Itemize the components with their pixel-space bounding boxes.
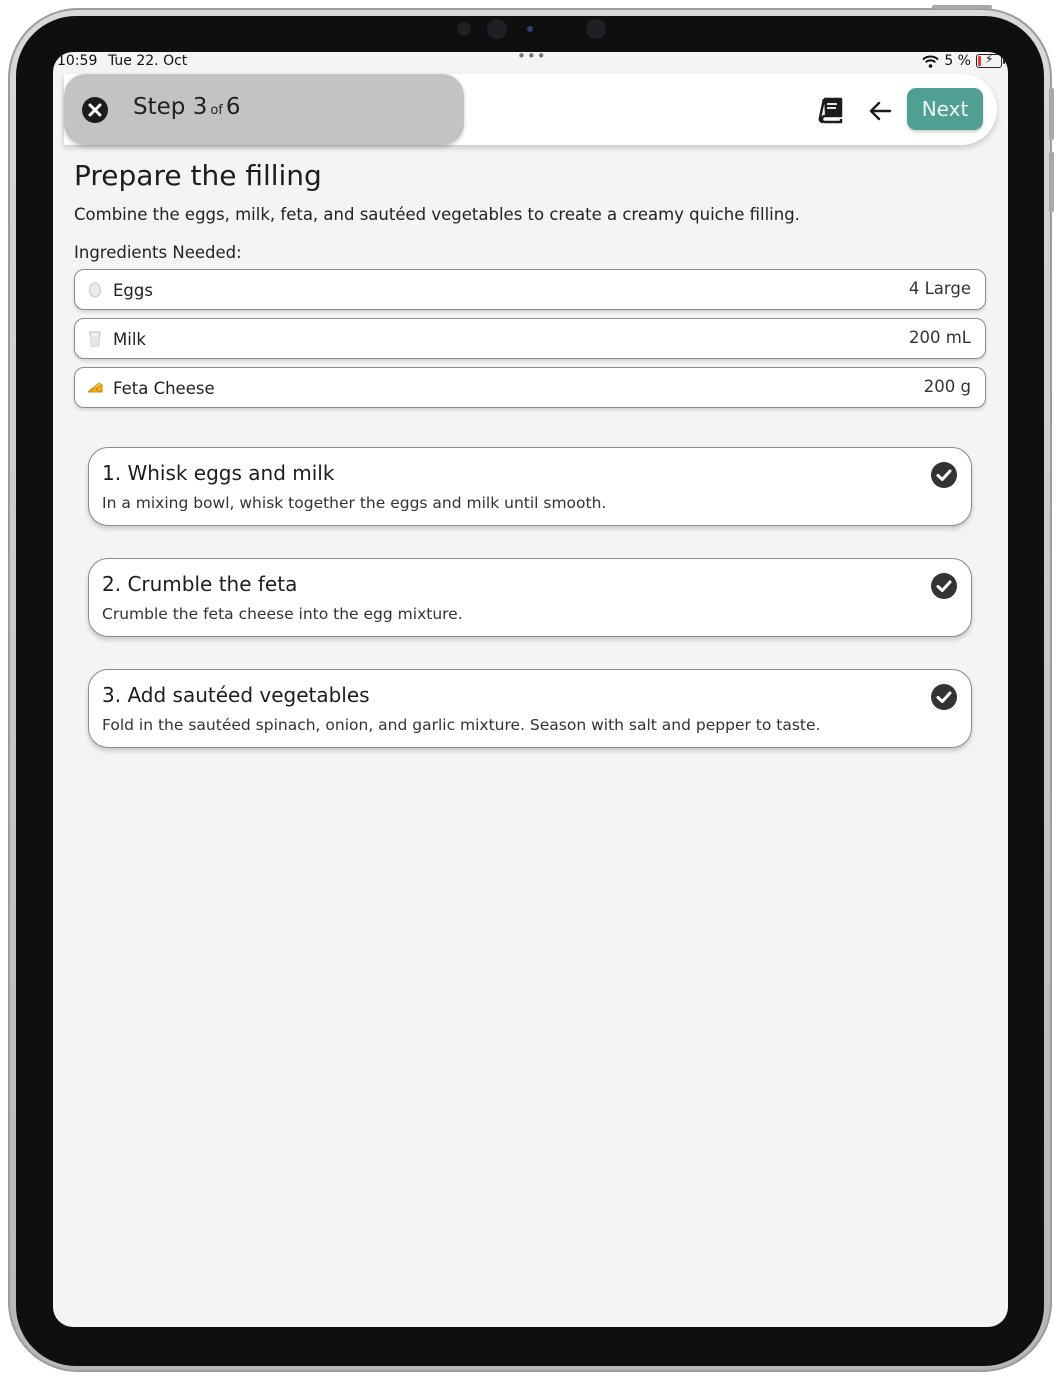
status-bar: 10:59 Tue 22. Oct ••• 5 % ⚡	[53, 52, 1008, 72]
app-screen: 10:59 Tue 22. Oct ••• 5 % ⚡ Step 3of6	[53, 52, 1008, 1327]
recipe-book-icon[interactable]	[816, 96, 844, 124]
camera-flash-icon	[586, 19, 606, 39]
page-title: Prepare the filling	[74, 159, 322, 192]
camera-sensor-icon	[457, 22, 471, 36]
ingredient-quantity: 200 g	[923, 377, 971, 396]
ingredient-quantity: 200 mL	[908, 328, 971, 347]
status-date: Tue 22. Oct	[108, 53, 188, 69]
instruction-card[interactable]: 3. Add sautéed vegetables Fold in the sa…	[88, 669, 972, 748]
cheese-icon	[87, 382, 103, 393]
next-button[interactable]: Next	[907, 88, 983, 130]
egg-icon	[89, 282, 101, 298]
camera-indicator-icon	[527, 26, 533, 32]
instruction-text: Crumble the feta cheese into the egg mix…	[102, 605, 463, 623]
ingredient-name: Feta Cheese	[113, 379, 215, 398]
ingredient-quantity: 4 Large	[908, 279, 971, 298]
ingredient-row[interactable]: Milk 200 mL	[74, 318, 986, 359]
status-right: 5 % ⚡	[922, 52, 1005, 69]
volume-down-button	[1049, 152, 1054, 212]
instruction-title: 1. Whisk eggs and milk	[102, 461, 335, 485]
status-time: 10:59	[57, 53, 98, 69]
back-arrow-icon[interactable]	[867, 98, 893, 124]
total-steps: 6	[225, 94, 241, 120]
check-circle-icon[interactable]	[930, 683, 958, 711]
ingredient-name: Eggs	[113, 281, 153, 300]
current-step: 3	[192, 94, 208, 120]
step-label: Step 3 of 6	[133, 94, 241, 120]
volume-up-button	[1049, 88, 1054, 140]
step-description: Combine the eggs, milk, feta, and sautée…	[74, 205, 800, 224]
camera-lens-icon	[487, 19, 507, 39]
instruction-text: In a mixing bowl, whisk together the egg…	[102, 494, 607, 512]
battery-percent: 5 %	[944, 53, 971, 69]
multitask-dots-icon[interactable]: •••	[517, 52, 547, 65]
ingredient-row[interactable]: Feta Cheese 200 g	[74, 367, 986, 408]
top-button	[932, 5, 992, 9]
ingredients-header: Ingredients Needed:	[74, 243, 242, 262]
instruction-title: 2. Crumble the feta	[102, 572, 298, 596]
of-word: of	[210, 103, 223, 118]
ingredient-row[interactable]: Eggs 4 Large	[74, 269, 986, 310]
step-top-bar: Step 3 of 6 Next	[64, 74, 997, 145]
step-indicator: Step 3 of 6	[64, 74, 464, 145]
milk-glass-icon	[89, 331, 101, 347]
check-circle-icon[interactable]	[930, 461, 958, 489]
charging-bolt-icon: ⚡	[985, 52, 994, 66]
ingredient-name: Milk	[113, 330, 146, 349]
step-word: Step	[133, 94, 186, 120]
instruction-title: 3. Add sautéed vegetables	[102, 683, 370, 707]
close-icon[interactable]	[81, 96, 109, 124]
check-circle-icon[interactable]	[930, 572, 958, 600]
wifi-icon	[922, 55, 940, 68]
battery-icon: ⚡	[976, 52, 1005, 68]
instruction-card[interactable]: 2. Crumble the feta Crumble the feta che…	[88, 558, 972, 637]
instruction-card[interactable]: 1. Whisk eggs and milk In a mixing bowl,…	[88, 447, 972, 526]
instruction-text: Fold in the sautéed spinach, onion, and …	[102, 716, 821, 734]
